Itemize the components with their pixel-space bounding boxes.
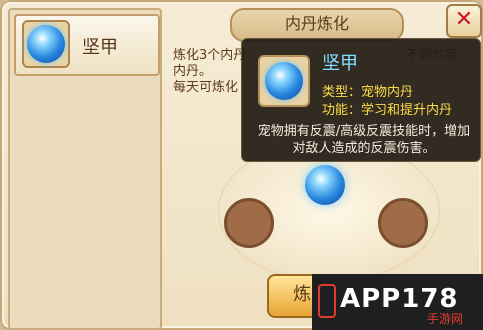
watermark-sub: 手游网 [427, 312, 464, 326]
list-item-core[interactable]: 坚甲 [14, 14, 160, 76]
watermark-logo: APP178 手游网 [312, 274, 483, 330]
close-button[interactable]: ✕ [446, 4, 482, 38]
refine-slot-left[interactable] [224, 198, 274, 248]
refine-slot-right[interactable] [378, 198, 428, 248]
tooltip-description: 宠物拥有反震/高级反震技能时，增加对敌人造成的反震伤害。 [257, 124, 471, 156]
core-tooltip: 坚甲 类型：宠物内丹 功能：学习和提升内丹 宠物拥有反震/高级反震技能时，增加对… [241, 38, 481, 162]
pet-core-orb-icon [22, 20, 70, 68]
desc-line1-head: 炼化3个内丹 [173, 48, 247, 63]
window-title: 内丹炼化 [230, 8, 404, 42]
tooltip-name: 坚甲 [322, 53, 358, 74]
core-orb [27, 25, 65, 63]
tooltip-core-orb [265, 62, 303, 100]
tooltip-core-icon [258, 55, 310, 107]
phone-icon [318, 284, 336, 318]
refine-slot-center[interactable] [305, 165, 345, 205]
list-item-label: 坚甲 [82, 37, 118, 58]
tooltip-function: 功能：学习和提升内丹 [322, 103, 453, 118]
tooltip-type: 类型：宠物内丹 [322, 85, 414, 100]
core-list: 坚甲 [8, 8, 162, 330]
close-icon: ✕ [454, 7, 474, 32]
